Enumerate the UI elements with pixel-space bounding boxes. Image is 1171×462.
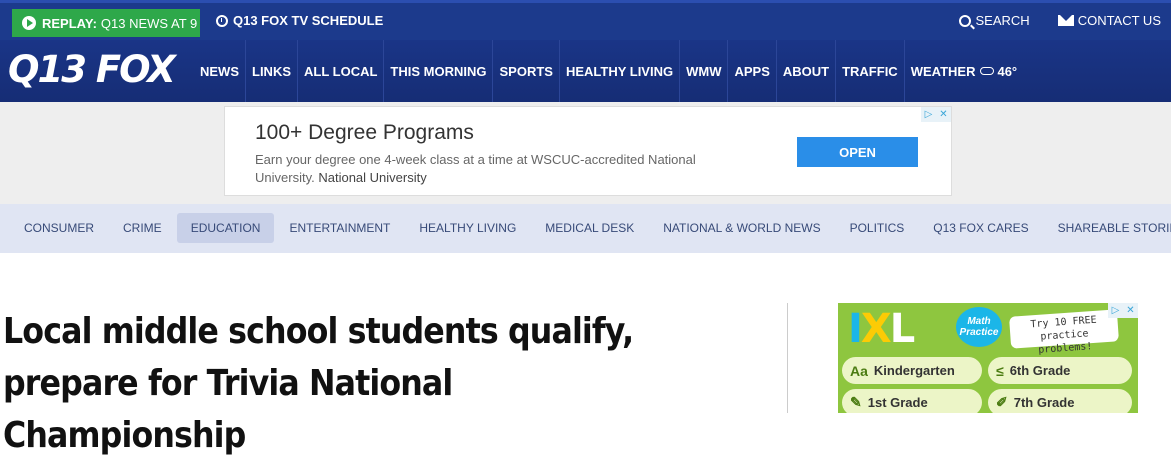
category-crime[interactable]: CRIME [109,213,176,243]
grade-label: Kindergarten [873,363,955,378]
ixl-adchoices[interactable]: ▷ ✕ [1108,303,1138,318]
category-medical-desk[interactable]: MEDICAL DESK [531,213,648,243]
play-icon [22,16,36,30]
contact-link[interactable]: CONTACT US [1057,13,1161,28]
replay-label: REPLAY: [42,15,97,31]
nav-item-about[interactable]: ABOUT [777,40,837,102]
close-icon[interactable]: ✕ [1123,303,1138,318]
ad-open-button[interactable]: OPEN [797,137,918,167]
category-bar: CONSUMER CRIME EDUCATION ENTERTAINMENT HEALT… [0,204,1171,253]
grade-label: 1st Grade [867,395,928,410]
cloud-icon [980,67,995,75]
category-healthy-living[interactable]: HEALTHY LIVING [405,213,530,243]
nav-item-sports[interactable]: SPORTS [493,40,560,102]
ixl-grade-chip[interactable]: ✎ 1st Grade [842,389,982,413]
nav-item-healthy-living[interactable]: HEALTHY LIVING [560,40,681,102]
ixl-badge: Math Practice [956,307,1002,347]
nav-item-this-morning[interactable]: THIS MORNING [384,40,494,102]
article-headline: Local middle school students qualify, pr… [3,311,634,456]
nav-item-weather[interactable]: WEATHER 46° [905,40,1023,102]
ixl-grade-chip[interactable]: ✐ 7th Grade [988,389,1132,413]
category-politics[interactable]: POLITICS [836,213,919,243]
adchoices[interactable]: ▷ ✕ [921,107,951,122]
search-link[interactable]: SEARCH [958,13,1030,28]
ixl-grade-chip[interactable]: Aa Kindergarten [842,357,982,384]
nav-item-wmw[interactable]: WMW [680,40,729,102]
replay-button[interactable]: REPLAY: Q13 NEWS AT 9 [12,9,200,37]
ad-source: National University [318,170,427,185]
envelope-icon [1057,15,1074,26]
ad-body: Earn your degree one 4-week class at a t… [255,151,745,187]
nav-item-apps[interactable]: APPS [728,40,777,102]
category-entertainment[interactable]: ENTERTAINMENT [275,213,404,243]
ixl-ad[interactable]: IXL Math Practice Try 10 FREE practice p… [838,303,1138,413]
tv-schedule-link[interactable]: Q13 FOX TV SCHEDULE [216,13,383,28]
nav-item-news[interactable]: NEWS [194,40,246,102]
ad-title[interactable]: 100+ Degree Programs [255,121,474,145]
grade-icon: ✐ [996,394,1008,410]
grade-icon: Aa [850,362,868,379]
utility-bar: REPLAY: Q13 NEWS AT 9 Q13 FOX TV SCHEDUL… [0,0,1171,40]
column-divider [787,303,788,413]
grade-label: 7th Grade [1013,395,1075,410]
ad-banner[interactable]: 100+ Degree Programs Earn your degree on… [224,106,952,196]
adchoices-icon[interactable]: ▷ [921,107,936,122]
adchoices-icon[interactable]: ▷ [1108,303,1123,318]
site-logo[interactable]: Q13 FOX [8,50,176,90]
search-icon [958,14,971,27]
category-shareable-stories[interactable]: SHAREABLE STORIES [1044,213,1171,243]
search-label: SEARCH [975,13,1030,28]
ixl-grade-chip[interactable]: ≤6th Grade [988,357,1132,384]
category-list: CONSUMER CRIME EDUCATION ENTERTAINMENT HEALT… [10,213,1171,243]
grade-label: 6th Grade [1009,363,1071,378]
weather-label: WEATHER [910,63,976,79]
main-nav: Q13 FOX NEWS LINKS ALL LOCAL THIS MORNING SP… [0,40,1171,102]
weather-temp: 46° [997,63,1018,79]
category-q13-fox-cares[interactable]: Q13 FOX CARES [919,213,1042,243]
nav-links: NEWS LINKS ALL LOCAL THIS MORNING SPORTS HEAL… [194,40,1023,102]
ixl-logo: IXL [848,306,915,352]
nav-item-all-local[interactable]: ALL LOCAL [298,40,385,102]
nav-item-links[interactable]: LINKS [246,40,298,102]
replay-value: Q13 NEWS AT 9 [100,15,198,31]
category-national-world-news[interactable]: NATIONAL & WORLD NEWS [649,213,834,243]
grade-icon: ≤ [996,362,1004,379]
contact-label: CONTACT US [1077,13,1161,28]
utility-links: SEARCH CONTACT US [958,13,1161,28]
category-consumer[interactable]: CONSUMER [10,213,108,243]
category-education[interactable]: EDUCATION [176,213,275,243]
tv-schedule-label: Q13 FOX TV SCHEDULE [233,13,384,28]
grade-icon: ✎ [850,394,862,410]
close-icon[interactable]: ✕ [936,107,951,122]
clock-icon [216,14,228,27]
ad-band: 100+ Degree Programs Earn your degree on… [0,102,1171,204]
nav-item-traffic[interactable]: TRAFFIC [836,40,905,102]
